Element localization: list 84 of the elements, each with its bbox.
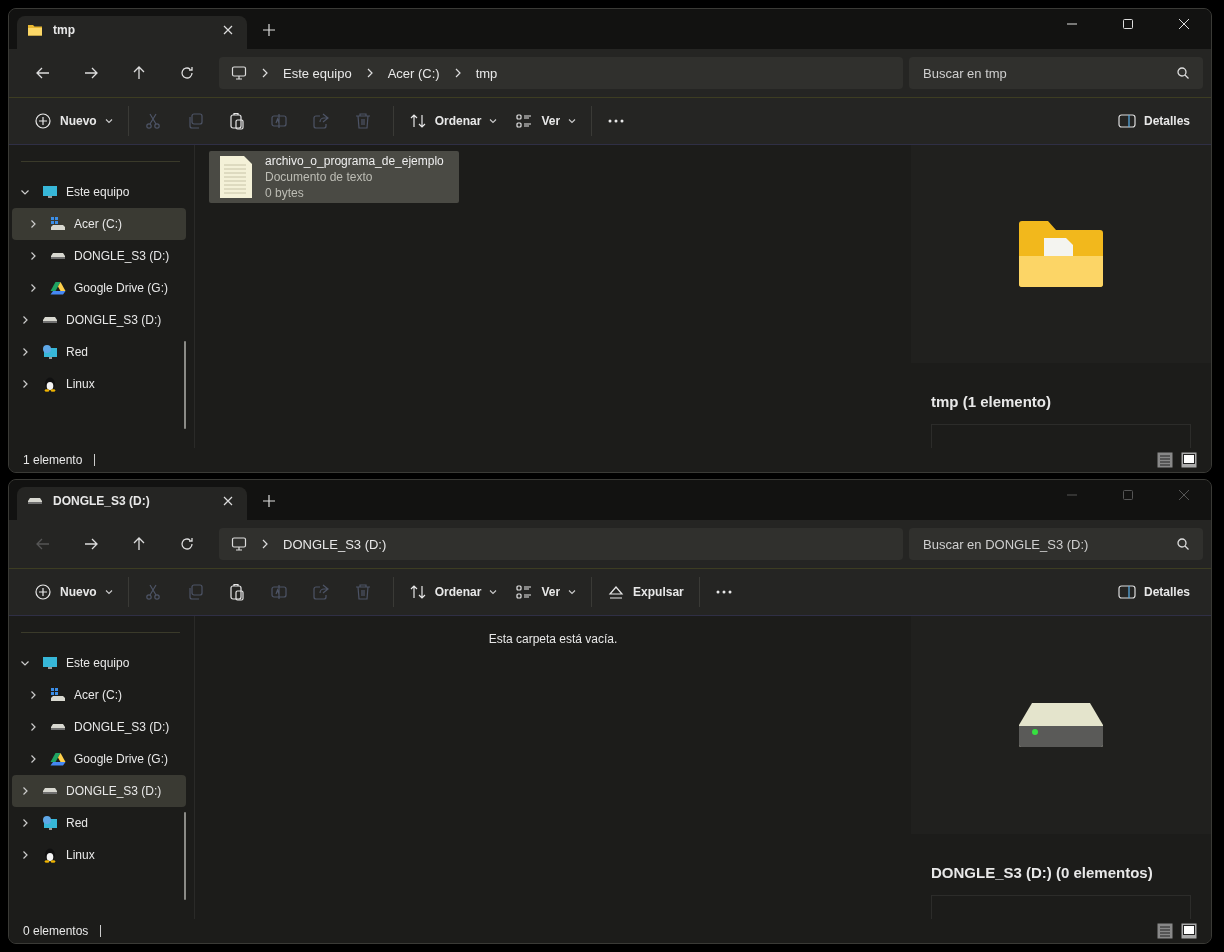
tab-label: DONGLE_S3 (D:) xyxy=(53,493,151,508)
tree-item[interactable]: Este equipo xyxy=(12,176,186,208)
chevron-right-icon xyxy=(365,68,374,78)
system-drive-icon xyxy=(50,216,66,232)
preview-view-icon[interactable] xyxy=(1181,452,1197,468)
file-item[interactable]: archivo_o_programa_de_ejemplo Documento de texto 0 bytes xyxy=(209,151,459,203)
breadcrumb-item[interactable]: Este equipo xyxy=(283,65,352,81)
back-icon xyxy=(35,65,51,81)
tab[interactable]: tmp xyxy=(17,16,247,49)
item-count: 1 elemento xyxy=(23,453,83,467)
chevron-right-icon[interactable] xyxy=(20,347,30,357)
breadcrumb-item[interactable]: tmp xyxy=(475,65,498,81)
new-button[interactable]: Nuevo xyxy=(28,105,119,137)
text-document-icon xyxy=(219,155,253,199)
monitor-icon xyxy=(42,655,58,671)
chevron-right-icon xyxy=(261,539,269,549)
drive-icon xyxy=(1018,702,1104,748)
refresh-icon xyxy=(179,65,195,81)
tree-item[interactable]: Google Drive (G:) xyxy=(12,272,186,304)
folder-with-document-icon xyxy=(1018,220,1104,288)
details-title: tmp (1 elemento) xyxy=(931,393,1052,410)
tree-item[interactable]: Acer (C:) xyxy=(12,208,186,240)
triangle-drive-icon xyxy=(50,751,66,767)
search-icon xyxy=(1177,538,1189,550)
network-monitor-icon xyxy=(42,815,58,831)
breadcrumb-item[interactable]: DONGLE_S3 (D:) xyxy=(283,536,387,552)
chevron-right-icon[interactable] xyxy=(28,251,38,261)
penguin-icon xyxy=(42,376,58,392)
chevron-right-icon[interactable] xyxy=(20,379,30,389)
details-pane-icon xyxy=(1117,585,1136,599)
chevron-right-icon[interactable] xyxy=(28,722,38,732)
tree-item[interactable]: DONGLE_S3 (D:) xyxy=(12,304,186,336)
close-tab-icon[interactable] xyxy=(223,24,233,35)
scrollbar[interactable] xyxy=(184,341,186,429)
item-count: 0 elementos xyxy=(23,924,89,938)
refresh-icon xyxy=(179,536,195,552)
system-drive-icon xyxy=(50,687,66,703)
details-pane-icon xyxy=(1117,114,1136,128)
tree-item[interactable]: Red xyxy=(12,336,186,368)
up-icon xyxy=(131,65,147,81)
chevron-right-icon[interactable] xyxy=(20,786,30,796)
details-title: DONGLE_S3 (D:) (0 elementos) xyxy=(931,864,1154,881)
monitor-icon xyxy=(42,184,58,200)
close-tab-icon[interactable] xyxy=(223,495,233,506)
monitor-outline-icon xyxy=(231,65,247,81)
drive-icon xyxy=(42,316,58,324)
forward-icon xyxy=(83,536,99,552)
breadcrumb-item[interactable]: Acer (C:) xyxy=(387,65,440,81)
tree-item[interactable]: DONGLE_S3 (D:) xyxy=(12,240,186,272)
network-monitor-icon xyxy=(42,344,58,360)
chevron-right-icon[interactable] xyxy=(20,818,30,828)
search-icon xyxy=(1177,67,1189,79)
search-field[interactable]: Buscar en tmp xyxy=(909,57,1203,89)
drive-icon xyxy=(42,787,58,795)
triangle-drive-icon xyxy=(50,280,66,296)
monitor-outline-icon xyxy=(231,536,247,552)
chevron-down-icon[interactable] xyxy=(20,658,30,668)
chevron-right-icon[interactable] xyxy=(28,690,38,700)
drive-icon xyxy=(27,496,43,505)
chevron-right-icon[interactable] xyxy=(20,850,30,860)
chevron-right-icon[interactable] xyxy=(28,219,38,229)
chevron-right-icon[interactable] xyxy=(20,315,30,325)
file-name: archivo_o_programa_de_ejemplo xyxy=(265,153,444,169)
up-icon xyxy=(131,536,147,552)
details-button[interactable]: Detalles xyxy=(1111,105,1196,137)
chevron-right-icon[interactable] xyxy=(28,754,38,764)
file-size: 0 bytes xyxy=(265,185,305,201)
penguin-icon xyxy=(42,847,58,863)
view-button[interactable]: Ver xyxy=(509,105,583,137)
chevron-right-icon xyxy=(261,68,269,78)
empty-folder-message: Esta carpeta está vacía. xyxy=(487,632,619,646)
address-bar[interactable]: Este equipo Acer (C:) tmp xyxy=(219,57,903,89)
drive-icon xyxy=(50,723,66,731)
back-icon xyxy=(35,536,51,552)
sort-button[interactable]: Ordenar xyxy=(402,105,504,137)
file-type: Documento de texto xyxy=(265,169,374,185)
drive-icon xyxy=(50,252,66,260)
tree-item[interactable]: Linux xyxy=(12,368,186,400)
chevron-right-icon xyxy=(453,68,462,78)
chevron-right-icon[interactable] xyxy=(28,283,38,293)
tab-label: tmp xyxy=(53,22,76,37)
forward-icon xyxy=(83,65,99,81)
chevron-down-icon[interactable] xyxy=(20,187,30,197)
new-tab-icon[interactable] xyxy=(263,24,275,36)
